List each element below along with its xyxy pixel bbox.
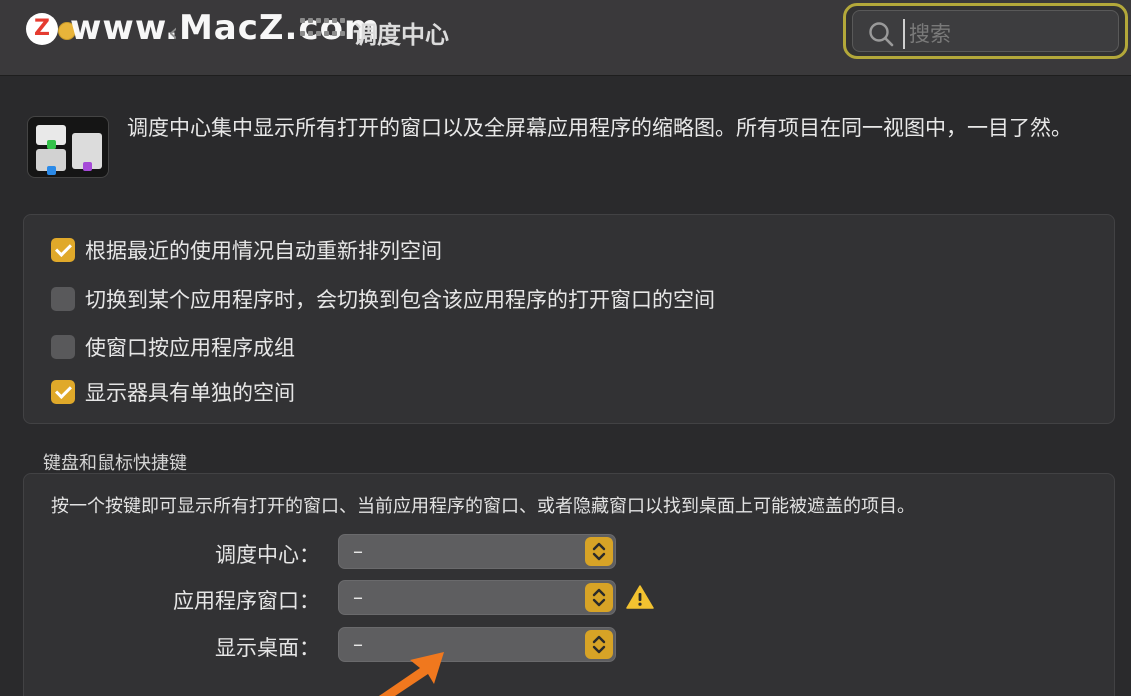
checkbox-unchecked[interactable] (51, 287, 75, 311)
option-auto-rearrange-spaces[interactable]: 根据最近的使用情况自动重新排列空间 (51, 235, 442, 265)
select-value: – (353, 539, 363, 563)
option-label: 使窗口按应用程序成组 (85, 336, 295, 360)
updown-chevron-icon (585, 630, 613, 659)
mission-control-shortcut-select[interactable]: – (338, 534, 616, 569)
back-chevron-icon[interactable]: ‹ (168, 18, 178, 48)
shortcut-label-mission-control: 调度中心： (215, 543, 320, 567)
updown-chevron-icon (585, 583, 613, 612)
search-icon (869, 22, 894, 47)
watermark-logo-badge: Z (26, 13, 58, 45)
option-group-windows-by-app[interactable]: 使窗口按应用程序成组 (51, 332, 295, 362)
pane-description: 调度中心集中显示所有打开的窗口以及全屏幕应用程序的缩略图。所有项目在同一视图中，… (127, 116, 1072, 140)
annotation-arrow-icon (378, 652, 444, 696)
mission-control-icon (27, 116, 109, 178)
updown-chevron-icon (585, 537, 613, 566)
option-displays-separate-spaces[interactable]: 显示器具有单独的空间 (51, 377, 295, 407)
shortcuts-section-title: 键盘和鼠标快捷键 (43, 453, 187, 474)
search-input[interactable] (903, 19, 1103, 49)
checkbox-checked[interactable] (51, 238, 75, 262)
option-switch-to-app-space[interactable]: 切换到某个应用程序时，会切换到包含该应用程序的打开窗口的空间 (51, 284, 715, 314)
checkbox-checked[interactable] (51, 380, 75, 404)
shortcuts-panel: 按一个按键即可显示所有打开的窗口、当前应用程序的窗口、或者隐藏窗口以找到桌面上可… (23, 473, 1115, 696)
search-box[interactable] (843, 3, 1128, 59)
select-value: – (353, 632, 363, 656)
checkbox-unchecked[interactable] (51, 335, 75, 359)
app-windows-shortcut-select[interactable]: – (338, 580, 616, 615)
option-label: 显示器具有单独的空间 (85, 381, 295, 405)
window-title: 调度中心 (353, 21, 449, 49)
shortcut-label-show-desktop: 显示桌面： (215, 636, 320, 660)
option-label: 根据最近的使用情况自动重新排列空间 (85, 239, 442, 263)
show-all-grid-icon[interactable] (300, 18, 346, 40)
shortcuts-description: 按一个按键即可显示所有打开的窗口、当前应用程序的窗口、或者隐藏窗口以找到桌面上可… (51, 496, 915, 517)
warning-icon (626, 585, 654, 609)
shortcut-label-app-windows: 应用程序窗口： (173, 589, 320, 613)
option-label: 切换到某个应用程序时，会切换到包含该应用程序的打开窗口的空间 (85, 288, 715, 312)
options-panel: 根据最近的使用情况自动重新排列空间 切换到某个应用程序时，会切换到包含该应用程序… (23, 214, 1115, 424)
title-bar: Z www.MacZ.com ‹ 调度中心 (0, 0, 1131, 76)
search-field-frame (852, 10, 1119, 52)
select-value: – (353, 585, 363, 609)
